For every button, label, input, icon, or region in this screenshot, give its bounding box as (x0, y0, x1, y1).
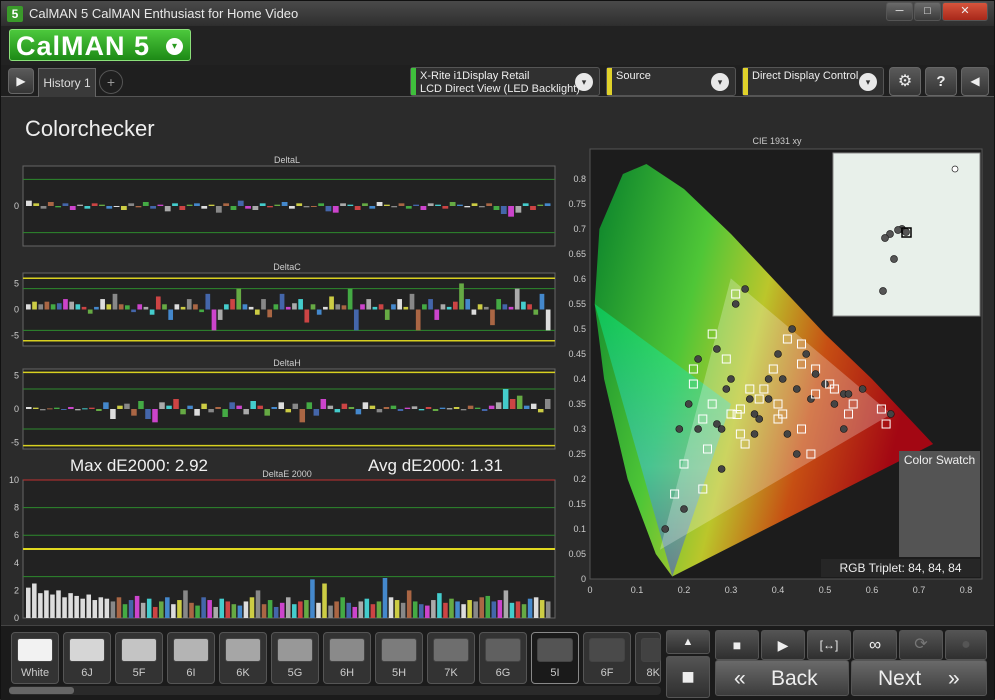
swatch-chip (121, 638, 157, 662)
record-icon[interactable]: ● (945, 630, 987, 660)
meter-name: X-Rite i1Display Retail (420, 70, 530, 82)
meter-status-bar (411, 68, 416, 95)
swatch-chip (277, 638, 313, 662)
read-play-button[interactable]: ▶ (761, 630, 805, 660)
maximize-button[interactable]: □ (914, 2, 941, 21)
play-workflow-button[interactable]: ▶ (8, 68, 34, 94)
close-button[interactable]: ✕ (942, 2, 988, 21)
swatch-chip (69, 638, 105, 662)
swatch-label: 7K (444, 667, 458, 679)
swatch-chip (329, 638, 365, 662)
swatch-label: 8K (646, 667, 660, 679)
avg-de-readout: Avg dE2000: 1.31 (368, 456, 503, 475)
swatch-label: 6F (600, 667, 614, 679)
logo-text: CalMAN 5 (16, 31, 151, 61)
swatch-tab-6i[interactable]: 6I (167, 632, 215, 684)
source-status-bar (607, 68, 612, 95)
app-window: 5 CalMAN 5 CalMAN Enthusiast for Home Vi… (0, 0, 995, 700)
swatch-label: 5G (287, 667, 303, 679)
swatch-tab-5f[interactable]: 5F (115, 632, 163, 684)
display-control-label: Direct Display Control (752, 70, 859, 82)
collapse-up-icon[interactable]: ▲ (666, 630, 710, 654)
swatch-tab-6k[interactable]: 6K (219, 632, 267, 684)
max-de-readout: Max dE2000: 2.92 (70, 456, 208, 475)
stop-button[interactable]: ■ (715, 630, 759, 660)
back-button[interactable]: « Back (715, 660, 849, 696)
swatch-tab-7k[interactable]: 7K (427, 632, 475, 684)
swatch-chip (17, 638, 53, 662)
read-range-button[interactable]: [↔] (807, 630, 851, 660)
refresh-icon[interactable]: ⟳ (899, 630, 943, 660)
back-label: Back (771, 667, 818, 690)
swatch-label: 6G (495, 667, 511, 679)
swatch-chip (433, 638, 469, 662)
chevron-down-icon: ▾ (859, 73, 877, 91)
swatch-chip (485, 638, 521, 662)
next-label: Next (878, 667, 922, 690)
page-title: Colorchecker (25, 116, 155, 141)
display-control-dropdown[interactable]: Direct Display Control ▾ (742, 67, 884, 96)
title-bar: 5 CalMAN 5 CalMAN Enthusiast for Home Vi… (1, 1, 994, 26)
swatch-tab-5h[interactable]: 5H (375, 632, 423, 684)
swatch-tab-white[interactable]: White (11, 632, 59, 684)
swatch-tab-6g[interactable]: 6G (479, 632, 527, 684)
swatch-chip (589, 638, 625, 662)
rgb-triplet-readout: RGB Triplet: 84, 84, 84 (821, 559, 980, 577)
scrollbar-thumb[interactable] (9, 687, 74, 694)
swatch-label: 5H (391, 667, 407, 679)
swatch-label: 5I (550, 667, 560, 679)
back-arrow-icon: « (734, 667, 746, 690)
logo-bar: CalMAN 5 ▾ (1, 26, 994, 65)
tab-history-1[interactable]: History 1 (38, 68, 96, 97)
swatch-scrollbar[interactable] (9, 686, 661, 695)
collapse-panel-icon[interactable]: ◀ (961, 67, 989, 96)
help-icon[interactable]: ? (925, 67, 957, 96)
mode-toggle-button[interactable]: ■ (666, 656, 710, 698)
main-panel: Colorchecker (8, 98, 988, 624)
app-icon: 5 (7, 6, 23, 22)
swatch-chip (173, 638, 209, 662)
source-label: Source (616, 70, 651, 82)
continuous-loop-button[interactable]: ∞ (853, 630, 897, 660)
swatch-label: 6I (186, 667, 196, 679)
swatch-chip (225, 638, 261, 662)
swatch-chip (381, 638, 417, 662)
swatch-label: 5F (132, 667, 146, 679)
add-tab-button[interactable]: + (99, 70, 123, 94)
swatch-tab-8k[interactable]: 8K (635, 632, 661, 684)
color-swatch-title: Color Swatch (903, 453, 976, 467)
chevron-down-icon: ▾ (166, 38, 183, 55)
bottom-bar: White 6J 5F 6I 6K 5G 6H 5H 7K 6G 5I 6F 8K ▲ ■ ■ ▶ [↔… (1, 625, 994, 700)
chevron-down-icon: ▾ (575, 73, 593, 91)
meter-mode: LCD Direct View (LED Backlight) (420, 83, 580, 95)
swatch-tab-5i[interactable]: 5I (531, 632, 579, 684)
next-button[interactable]: Next » (851, 660, 987, 696)
chevron-down-icon: ▾ (711, 73, 729, 91)
swatch-tab-6f[interactable]: 6F (583, 632, 631, 684)
window-title: CalMAN 5 CalMAN Enthusiast for Home Vide… (29, 6, 299, 21)
minimize-button[interactable]: ─ (886, 2, 913, 21)
swatch-label: 6K (236, 667, 250, 679)
swatch-tab-6j[interactable]: 6J (63, 632, 111, 684)
settings-gear-icon[interactable]: ⚙ (889, 67, 921, 96)
swatch-label: 6J (81, 667, 93, 679)
swatch-chip (537, 638, 573, 662)
toolbar: ▶ History 1 + X-Rite i1Display Retail LC… (1, 65, 994, 97)
swatch-tab-6h[interactable]: 6H (323, 632, 371, 684)
swatch-chip (641, 638, 661, 662)
swatch-label: 6H (339, 667, 355, 679)
calman-logo-button[interactable]: CalMAN 5 ▾ (9, 29, 191, 61)
display-status-bar (743, 68, 748, 95)
source-dropdown[interactable]: Source ▾ (606, 67, 736, 96)
swatch-label: White (20, 667, 50, 679)
swatch-tab-5g[interactable]: 5G (271, 632, 319, 684)
next-arrow-icon: » (948, 667, 960, 690)
meter-dropdown[interactable]: X-Rite i1Display Retail LCD Direct View … (410, 67, 600, 96)
